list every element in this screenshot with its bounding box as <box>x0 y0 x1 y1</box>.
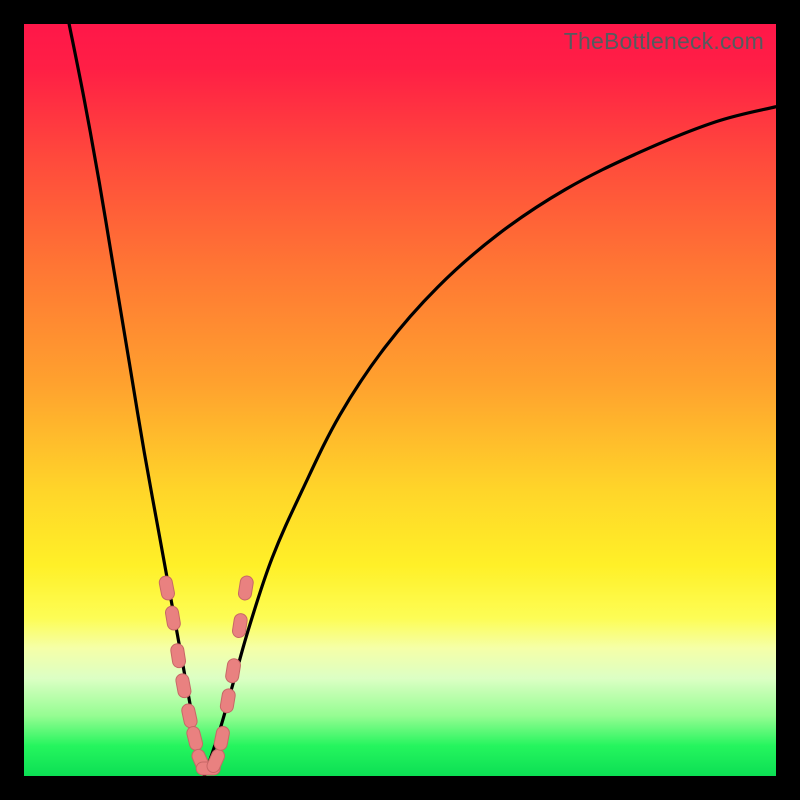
chart-frame: TheBottleneck.com <box>0 0 800 800</box>
sample-marker <box>175 673 192 699</box>
sample-marker <box>238 575 255 601</box>
sample-marker <box>205 747 227 774</box>
curve-layer <box>24 24 776 776</box>
sample-marker <box>185 725 203 751</box>
sample-marker <box>219 688 236 714</box>
right-branch-path <box>204 107 776 776</box>
sample-marker <box>170 643 187 669</box>
sample-marker <box>181 703 199 729</box>
plot-area: TheBottleneck.com <box>24 24 776 776</box>
sample-marker <box>213 725 230 751</box>
sample-marker <box>165 605 182 631</box>
sample-marker <box>158 575 175 601</box>
sample-marker <box>225 658 242 684</box>
